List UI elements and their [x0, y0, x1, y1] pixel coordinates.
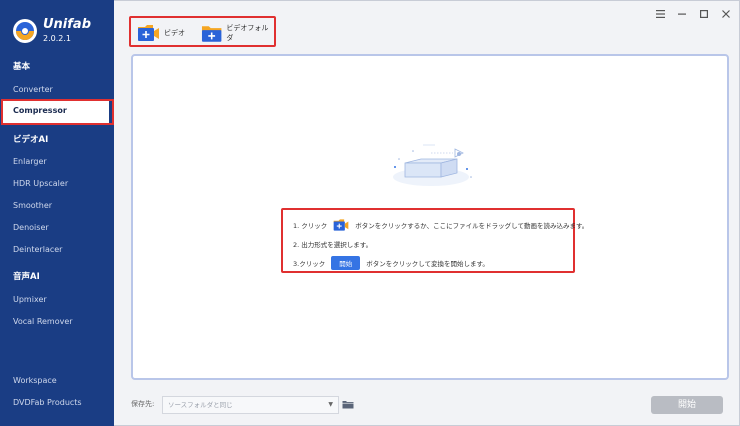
add-video-mini-icon [333, 219, 349, 231]
instruction-step-1: 1. クリック ボタンをクリックするか、ここにファイルをドラッグして動画を読み込… [293, 218, 588, 232]
unifab-logo-icon [13, 19, 37, 43]
sidebar-item-denoiser[interactable]: Denoiser [0, 217, 114, 239]
instructions-box: 1. クリック ボタンをクリックするか、ここにファイルをドラッグして動画を読み込… [281, 208, 588, 273]
app-version: 2.0.2.1 [43, 34, 71, 43]
minimize-icon[interactable] [675, 7, 689, 21]
add-source-toolbar: ビデオ ビデオフォルダ [129, 16, 276, 47]
start-button[interactable]: 開始 [651, 396, 723, 414]
sidebar-item-dvdfab-products[interactable]: DVDFab Products [0, 392, 114, 414]
sidebar-item-smoother[interactable]: Smoother [0, 195, 114, 217]
step1-suffix: ボタンをクリックするか、ここにファイルをドラッグして動画を読み込みます。 [355, 222, 589, 230]
sidebar-item-upmixer[interactable]: Upmixer [0, 289, 114, 311]
window-controls [653, 7, 733, 21]
add-video-button[interactable]: ビデオ [137, 23, 185, 43]
drop-illustration-icon [393, 144, 472, 186]
section-heading-video-ai: ビデオAI [13, 135, 49, 145]
instruction-step-3: 3.クリック 開始 ボタンをクリックして変換を開始します。 [293, 256, 489, 270]
add-folder-button[interactable]: ビデオフォルダ [201, 23, 274, 43]
maximize-icon[interactable] [697, 7, 711, 21]
app-name: Unifab [43, 17, 92, 32]
sidebar: Unifab 2.0.2.1 基本 Converter Compressor ビ… [0, 0, 114, 426]
section-heading-audio-ai: 音声AI [13, 272, 40, 282]
sidebar-item-vocal-remover[interactable]: Vocal Remover [0, 311, 114, 333]
step3-prefix: 3.クリック [293, 260, 326, 268]
sidebar-item-enlarger[interactable]: Enlarger [0, 151, 114, 173]
save-location-value: ソースフォルダと同じ [168, 401, 233, 409]
section-heading-basic: 基本 [13, 62, 31, 72]
app-logo: Unifab 2.0.2.1 [12, 14, 112, 46]
step1-prefix: 1. クリック [293, 222, 328, 230]
sidebar-item-workspace[interactable]: Workspace [0, 370, 114, 392]
add-folder-icon [201, 26, 222, 42]
browse-folder-icon[interactable] [342, 400, 354, 409]
start-chip: 開始 [331, 256, 361, 270]
menu-icon[interactable] [653, 7, 667, 21]
save-location-select[interactable]: ソースフォルダと同じ ▼ [162, 396, 339, 414]
sidebar-item-hdr-upscaler[interactable]: HDR Upscaler [0, 173, 114, 195]
sidebar-item-compressor[interactable]: Compressor [1, 99, 114, 125]
add-video-label: ビデオ [164, 29, 185, 37]
step3-suffix: ボタンをクリックして変換を開始します。 [366, 260, 489, 268]
add-folder-label: ビデオフォルダ [226, 24, 269, 42]
sidebar-item-converter[interactable]: Converter [0, 79, 114, 101]
add-video-icon [138, 25, 159, 41]
close-icon[interactable] [719, 7, 733, 21]
step2-text: 2. 出力形式を選択します。 [293, 241, 373, 249]
save-to-label: 保存先: [131, 400, 155, 408]
instruction-step-2: 2. 出力形式を選択します。 [293, 239, 372, 249]
sidebar-item-deinterlacer[interactable]: Deinterlacer [0, 239, 114, 261]
chevron-down-icon: ▼ [328, 401, 333, 408]
